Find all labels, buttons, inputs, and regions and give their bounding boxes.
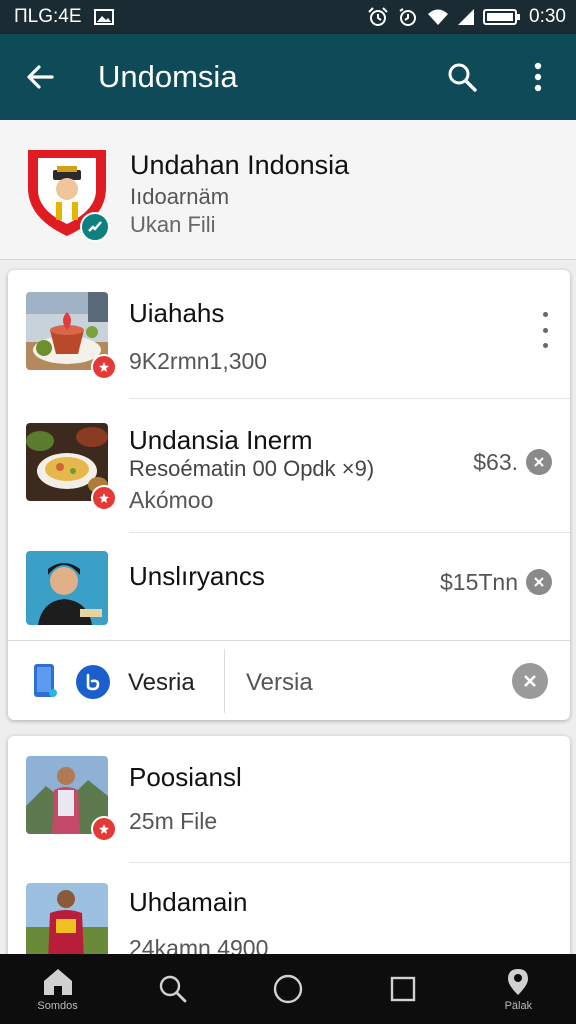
app-logo <box>26 148 110 242</box>
red-badge <box>91 485 117 511</box>
star-icon <box>99 824 109 834</box>
nav-system-home[interactable] <box>243 954 333 1024</box>
verified-badge <box>80 212 110 242</box>
red-badge <box>91 354 117 380</box>
items-card-2: Poosiansl 25m File Uhdamain 24kamn 4900 <box>8 736 570 976</box>
phone-icon <box>32 663 58 704</box>
item-extra: Akómoo <box>129 487 214 513</box>
item-thumbnail-person <box>26 551 108 625</box>
signal-icon <box>457 8 475 26</box>
back-button[interactable] <box>0 34 80 120</box>
item-price: $63. <box>473 449 518 475</box>
star-icon <box>99 493 109 503</box>
nav-places[interactable]: Pälak <box>473 954 563 1024</box>
item-title: Uiahahs <box>129 298 225 328</box>
overflow-menu-button[interactable] <box>500 34 576 120</box>
status-text: ПLG:4E <box>14 6 82 27</box>
star-icon <box>99 362 109 372</box>
close-icon <box>524 675 536 687</box>
close-icon <box>534 577 544 587</box>
search-icon <box>448 63 477 92</box>
version-close-button[interactable] <box>512 663 548 699</box>
home-icon <box>43 968 72 995</box>
close-icon <box>534 457 544 467</box>
brand-logo-icon[interactable] <box>76 665 110 699</box>
item-detail: Resoématin 00 Opdk ×9) <box>129 456 375 481</box>
item-thumbnail-person-2 <box>26 883 108 961</box>
more-vert-icon <box>534 62 542 92</box>
version-row: Vesria Versia <box>8 640 570 720</box>
square-recents-icon <box>390 976 416 1002</box>
remove-button[interactable] <box>526 449 552 475</box>
check-icon <box>88 221 102 232</box>
nav-home[interactable]: Somdos <box>13 954 103 1024</box>
pin-icon <box>508 968 529 995</box>
battery-icon <box>483 8 521 26</box>
item-title: Poosiansl <box>129 762 242 792</box>
status-bar: ПLG:4E 0:30 <box>0 0 576 34</box>
wifi-icon <box>427 8 449 26</box>
navigation-bar: Somdos Pälak <box>0 954 576 1024</box>
version-label: Vesria <box>128 669 195 696</box>
app-header: Undahan Indonsia Iıdoarnäm Ukan Fili <box>0 120 576 260</box>
alarm-icon <box>367 7 389 27</box>
nav-home-label: Somdos <box>37 999 78 1012</box>
items-card: Uiahahs 9K2rmn1,300 Undansia Inerm Resoé… <box>8 270 570 720</box>
clock-icon <box>397 7 419 27</box>
list-item[interactable]: Uiahahs 9K2rmn1,300 <box>8 270 570 398</box>
list-item[interactable]: Unslıryancs $15Tnn <box>8 533 570 640</box>
vertical-divider <box>224 649 225 713</box>
item-price: $15Tnn <box>439 569 518 595</box>
nav-places-label: Pälak <box>504 999 533 1012</box>
item-title: Undansia Inerm <box>129 425 313 455</box>
image-notification-icon <box>93 9 114 25</box>
item-detail: 9K2rmn1,300 <box>129 348 268 374</box>
status-time: 0:30 <box>529 6 566 27</box>
nav-search[interactable] <box>128 954 218 1024</box>
red-badge <box>91 816 117 842</box>
list-item[interactable]: Undansia Inerm Resoématin 00 Opdk ×9) Ak… <box>8 399 570 532</box>
app-bar-title: Undomsia <box>98 59 238 94</box>
app-developer: Iıdoarnäm <box>130 184 230 209</box>
version-value: Versia <box>246 669 313 696</box>
app-bar: Undomsia <box>0 34 576 120</box>
circle-home-icon <box>273 974 303 1004</box>
search-button[interactable] <box>424 34 500 120</box>
app-name: Undahan Indonsia <box>130 150 350 180</box>
item-detail: 25m File <box>129 808 218 834</box>
arrow-back-icon <box>27 65 54 89</box>
app-subtitle: Ukan Fili <box>130 212 216 237</box>
search-icon <box>159 975 187 1003</box>
remove-button[interactable] <box>526 569 552 595</box>
item-more-button[interactable] <box>540 312 550 348</box>
list-item[interactable]: Poosiansl 25m File <box>8 736 570 862</box>
nav-recents[interactable] <box>358 954 448 1024</box>
item-title: Uhdamain <box>129 887 248 917</box>
item-title: Unslıryancs <box>129 561 265 591</box>
